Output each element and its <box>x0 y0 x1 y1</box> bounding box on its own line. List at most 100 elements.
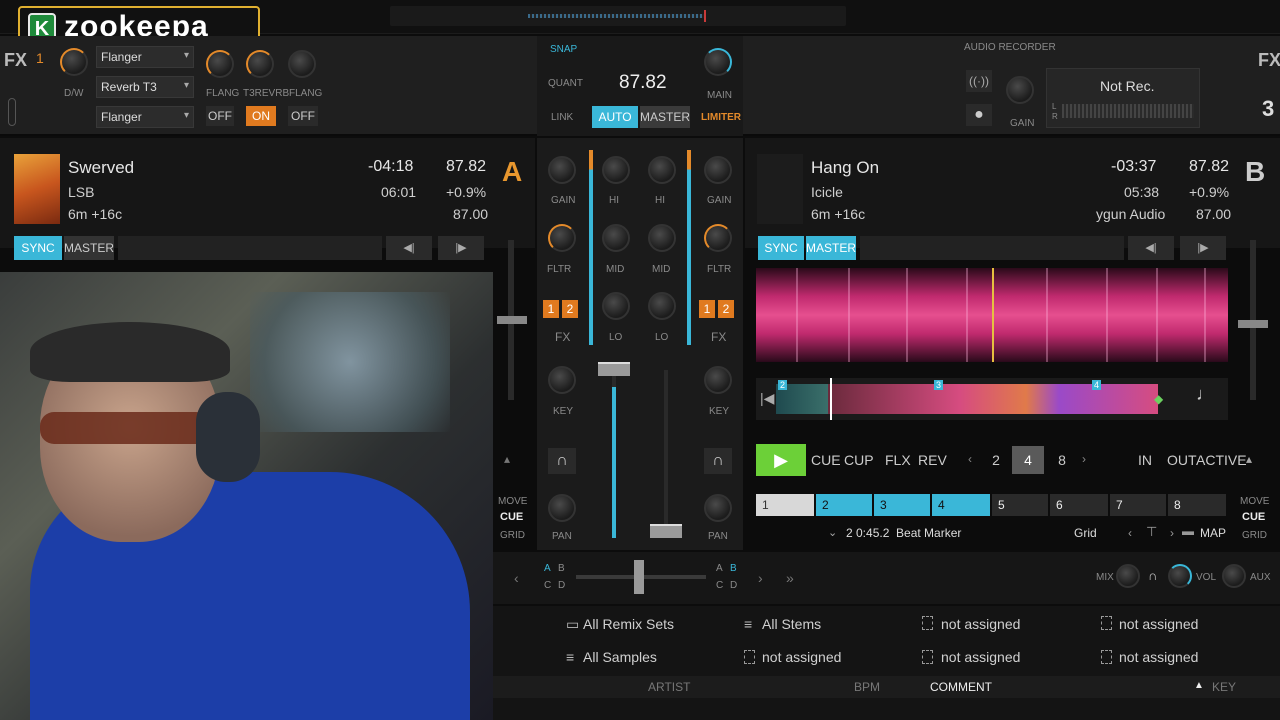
hotcue-3[interactable]: 3 <box>874 494 930 516</box>
hotcue-4[interactable]: 4 <box>932 494 990 516</box>
fx-param-knob-1[interactable] <box>206 50 234 78</box>
deck-b-letter[interactable]: B <box>1245 156 1265 188</box>
grid-prev-icon[interactable]: ‹ <box>1128 526 1132 540</box>
ch-b-headphone-cue-icon[interactable]: ∩ <box>704 448 732 474</box>
column-artist[interactable]: ARTIST <box>648 680 690 694</box>
main-volume-knob[interactable] <box>704 48 732 76</box>
deck-b-note-icon[interactable]: ♩ <box>1196 384 1214 405</box>
deck-b-play-button[interactable]: ▶ <box>756 444 806 476</box>
deck-a-letter[interactable]: A <box>502 156 522 188</box>
limiter-label[interactable]: LIMITER <box>701 112 741 123</box>
column-comment[interactable]: COMMENT <box>930 680 992 694</box>
marker-dropdown-icon[interactable]: ⌄ <box>828 526 837 539</box>
master-clock-button[interactable]: MASTER <box>640 106 690 128</box>
ch-a-headphone-cue-icon[interactable]: ∩ <box>548 448 576 474</box>
ch-b-filter-knob[interactable] <box>704 224 732 252</box>
xfader-left-c[interactable]: C <box>544 580 551 591</box>
recorder-gain-knob[interactable] <box>1006 76 1034 104</box>
grid-next-icon[interactable]: › <box>1170 526 1174 540</box>
right-move-label[interactable]: MOVE <box>1240 496 1269 507</box>
map-button[interactable]: MAP <box>1200 526 1226 540</box>
quant-label[interactable]: QUANT <box>548 78 583 89</box>
browser-item-not-assigned-5[interactable]: not assigned <box>1119 649 1198 665</box>
column-bpm[interactable]: BPM <box>854 680 880 694</box>
ch-b-key-knob[interactable] <box>704 366 732 394</box>
xfader-right-a[interactable]: A <box>716 563 723 574</box>
deck-b-rev-button[interactable]: REV <box>918 452 947 468</box>
fx-param-knob-3[interactable] <box>288 50 316 78</box>
ch-b-fx1-button[interactable]: 1 <box>699 300 715 318</box>
cue-mix-knob[interactable] <box>1116 564 1140 588</box>
deck-b-bpm[interactable]: 87.82 <box>1189 158 1229 176</box>
fx-select-1[interactable]: Flanger <box>96 46 194 68</box>
xfader-left-d[interactable]: D <box>558 580 565 591</box>
crossfader-right-arrow-icon[interactable]: › <box>758 570 763 586</box>
hotcue-1[interactable]: 1 <box>756 494 814 516</box>
auto-button[interactable]: AUTO <box>592 106 638 128</box>
ch-a-volume-fader-handle[interactable] <box>598 362 630 376</box>
deck-a-sync-button[interactable]: SYNC <box>14 236 62 260</box>
strip-marker-2[interactable]: 2 <box>778 380 788 390</box>
deck-b-collapse-icon[interactable]: ▴ <box>1246 452 1252 466</box>
loop-in-button[interactable]: IN <box>1138 452 1152 468</box>
loop-size-2[interactable]: 2 <box>980 446 1012 474</box>
browser-item-all-remix-sets[interactable]: All Remix Sets <box>583 616 674 632</box>
delete-marker-icon[interactable]: ▬ <box>1182 524 1194 538</box>
ch-a-filter-label[interactable]: FLTR <box>547 264 571 275</box>
snap-button[interactable]: SNAP <box>550 44 577 55</box>
xfader-right-c[interactable]: C <box>716 580 723 591</box>
ch-a-fx2-button[interactable]: 2 <box>562 300 578 318</box>
xfader-left-b[interactable]: B <box>558 563 565 574</box>
deck-a-prev-icon[interactable]: ◀| <box>386 236 432 260</box>
right-cue-label[interactable]: CUE <box>1242 511 1265 523</box>
fx-unit-number-right[interactable]: 3 <box>1262 96 1274 122</box>
deck-b-flx-button[interactable]: FLX <box>885 452 911 468</box>
column-key[interactable]: KEY <box>1212 680 1236 694</box>
ch-b-filter-label[interactable]: FLTR <box>707 264 731 275</box>
ch-b-volume-fader-handle[interactable] <box>650 524 682 538</box>
deck-a-master-button[interactable]: MASTER <box>64 236 114 260</box>
deck-b-cue-button[interactable]: CUE <box>811 452 841 468</box>
strip-marker-3[interactable]: 3 <box>934 380 944 390</box>
loop-next-icon[interactable]: › <box>1082 452 1086 466</box>
deck-b-pitch-handle[interactable] <box>1238 320 1268 328</box>
fx-unit-number-left[interactable]: 1 <box>36 50 44 66</box>
fx-toggle-3[interactable]: OFF <box>288 106 318 126</box>
grid-marker-icon[interactable]: ⊤ <box>1146 524 1157 540</box>
broadcast-icon[interactable]: ((·)) <box>966 70 992 92</box>
ch-b-hi-knob[interactable] <box>648 156 676 184</box>
browser-item-not-assigned-4[interactable]: not assigned <box>941 649 1020 665</box>
xfader-right-d[interactable]: D <box>730 580 737 591</box>
browser-item-all-samples[interactable]: All Samples <box>583 649 657 665</box>
deck-b-cup-button[interactable]: CUP <box>844 452 874 468</box>
browser-item-not-assigned-2[interactable]: not assigned <box>1119 616 1198 632</box>
sort-up-icon[interactable]: ▲ <box>1194 680 1204 691</box>
xfader-left-a[interactable]: A <box>544 563 551 574</box>
ch-b-mid-knob[interactable] <box>648 224 676 252</box>
loop-size-8[interactable]: 8 <box>1046 446 1078 474</box>
ch-a-gain-knob[interactable] <box>548 156 576 184</box>
left-move-label[interactable]: MOVE <box>498 496 527 507</box>
ch-a-lo-knob[interactable] <box>602 292 630 320</box>
dry-wet-knob[interactable] <box>60 48 88 76</box>
loop-prev-icon[interactable]: ‹ <box>968 452 972 466</box>
ch-b-volume-fader-track[interactable] <box>664 370 668 538</box>
ch-a-fx1-button[interactable]: 1 <box>543 300 559 318</box>
hotcue-6[interactable]: 6 <box>1050 494 1108 516</box>
right-grid-label[interactable]: GRID <box>1242 530 1267 541</box>
ch-b-gain-knob[interactable] <box>704 156 732 184</box>
fx-select-2[interactable]: Reverb T3 <box>96 76 194 98</box>
hotcue-5[interactable]: 5 <box>992 494 1048 516</box>
left-grid-label[interactable]: GRID <box>500 530 525 541</box>
grid-dropdown[interactable]: Grid <box>1074 526 1097 540</box>
hotcue-7[interactable]: 7 <box>1110 494 1166 516</box>
deck-b-track-overview[interactable]: 2 3 4 ◆ <box>756 378 1228 420</box>
deck-b-waveform[interactable] <box>756 268 1228 362</box>
ch-a-volume-fader-track[interactable] <box>612 370 616 538</box>
ch-b-lo-knob[interactable] <box>648 292 676 320</box>
ch-a-filter-knob[interactable] <box>548 224 576 252</box>
playhead[interactable] <box>830 378 832 420</box>
deck-a-bpm[interactable]: 87.82 <box>446 158 486 176</box>
loop-size-4[interactable]: 4 <box>1012 446 1044 474</box>
hotcue-2[interactable]: 2 <box>816 494 872 516</box>
